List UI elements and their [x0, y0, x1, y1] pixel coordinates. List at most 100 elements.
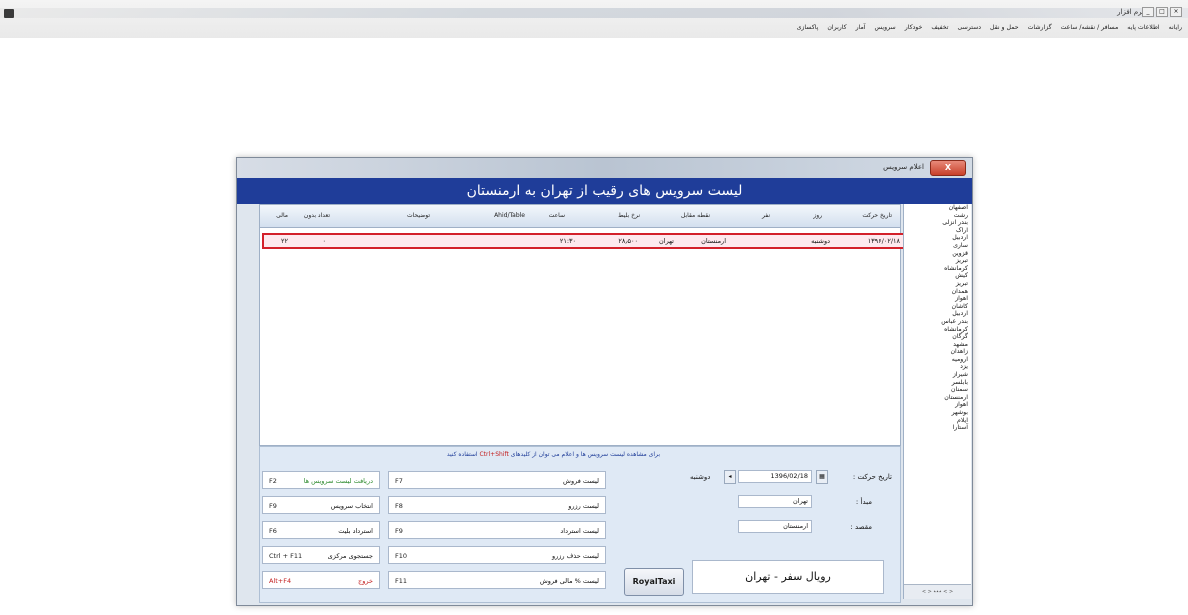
- dialog-title: اعلام سرویس: [883, 163, 924, 171]
- button-key: F2: [269, 477, 277, 485]
- list-item[interactable]: بابلسر: [904, 379, 971, 387]
- menu-item[interactable]: مسافر / نقشه/ ساعت: [1061, 24, 1119, 31]
- table-row-selected[interactable]: ۱۳۹۶/۰۲/۱۸ دوشنبه ارمنستان تهران ۲۸٫۵۰۰ …: [262, 233, 908, 249]
- column-header[interactable]: روز: [813, 212, 822, 219]
- maximize-icon[interactable]: □: [1156, 7, 1168, 17]
- list-item[interactable]: بندر عباس: [904, 318, 971, 326]
- menu-item[interactable]: سرویس: [875, 24, 896, 31]
- list-item[interactable]: اراک: [904, 227, 971, 235]
- list-item[interactable]: کاشان: [904, 303, 971, 311]
- menu-item[interactable]: دسترسی: [957, 24, 981, 31]
- table-cell: دوشنبه: [811, 237, 830, 245]
- button-key: F11: [395, 577, 408, 585]
- list-item[interactable]: مشهد: [904, 341, 971, 349]
- window-controls: _ □ ×: [1142, 7, 1182, 17]
- financial-sales-list-button[interactable]: لیست % مالی فروش F11: [388, 571, 606, 589]
- dialog-close-button[interactable]: X: [930, 160, 966, 176]
- prev-day-icon[interactable]: ◂: [724, 470, 736, 484]
- reservation-list-button[interactable]: لیست رزرو F8: [388, 496, 606, 514]
- list-item[interactable]: تبریز: [904, 280, 971, 288]
- minimize-icon[interactable]: _: [1142, 7, 1154, 17]
- column-header[interactable]: Ahid/Table: [494, 212, 525, 219]
- list-item[interactable]: اهواز: [904, 401, 971, 409]
- company-name: رویال سفر - تهران: [692, 560, 884, 594]
- column-header[interactable]: توضیحات: [407, 212, 430, 219]
- list-item[interactable]: قزوین: [904, 250, 971, 258]
- delete-reservation-list-button[interactable]: لیست حذف رزرو F10: [388, 546, 606, 564]
- close-icon[interactable]: ×: [1170, 7, 1182, 17]
- sales-list-button[interactable]: لیست فروش F7: [388, 471, 606, 489]
- origin-select[interactable]: تهران: [738, 495, 812, 508]
- central-search-button[interactable]: جستجوی مرکزی Ctrl + F11: [262, 546, 380, 564]
- button-key: Alt+F4: [269, 577, 292, 585]
- app-icon: [4, 9, 14, 18]
- control-panel: برای مشاهده لیست سرویس ها و اعلام می توا…: [259, 446, 901, 603]
- departure-date-field[interactable]: 1396/02/18: [738, 470, 812, 483]
- horizontal-scrollbar[interactable]: < > ٭٭٭ < >: [904, 584, 971, 599]
- button-label: انتخاب سرویس: [330, 502, 373, 510]
- menu-item[interactable]: تخفیف: [931, 24, 948, 31]
- list-item[interactable]: کرمانشاه: [904, 326, 971, 334]
- menu-item[interactable]: خودکار: [905, 24, 923, 31]
- menu-item[interactable]: حمل و نقل: [990, 24, 1019, 31]
- button-key: F7: [395, 477, 403, 485]
- list-item[interactable]: تبریز: [904, 257, 971, 265]
- button-label: لیست حذف رزرو: [552, 552, 599, 560]
- royal-taxi-button[interactable]: RoyalTaxi: [624, 568, 684, 596]
- exit-button[interactable]: خروج Alt+F4: [262, 571, 380, 589]
- shortcut-hint-tail: استفاده کنید: [446, 451, 478, 458]
- column-header[interactable]: تعداد بدون: [304, 212, 330, 219]
- cities-list: اصفهان رشت بندر انزلی اراک اردبیل ساری ق…: [903, 204, 971, 599]
- app-bar: نرم افزار _ □ × رایانه اطلاعات پایه مساف…: [0, 0, 1188, 38]
- select-service-button[interactable]: انتخاب سرویس F9: [262, 496, 380, 514]
- menu-item[interactable]: آمار: [856, 24, 866, 31]
- column-header[interactable]: نرخ بلیط: [618, 212, 640, 219]
- list-item[interactable]: رشت: [904, 212, 971, 220]
- button-key: F9: [269, 502, 277, 510]
- shortcut-hint-key: Ctrl+Shift: [479, 451, 509, 458]
- destination-select[interactable]: ارمنستان: [738, 520, 812, 533]
- button-label: لیست % مالی فروش: [539, 577, 599, 585]
- get-services-list-button[interactable]: دریافت لیست سرویس ها F2: [262, 471, 380, 489]
- column-header[interactable]: نفر: [762, 212, 770, 219]
- column-header[interactable]: مالی: [276, 212, 288, 219]
- button-label: دریافت لیست سرویس ها: [303, 477, 373, 485]
- column-header[interactable]: نقطه مقابل: [681, 212, 710, 219]
- list-item[interactable]: اهواز: [904, 295, 971, 303]
- refund-ticket-button[interactable]: استرداد بلیت F6: [262, 521, 380, 539]
- calendar-icon[interactable]: ▦: [816, 470, 828, 484]
- list-item[interactable]: اردبیل: [904, 310, 971, 318]
- destination-label: مقصد :: [850, 523, 872, 531]
- button-label: استرداد بلیت: [338, 527, 373, 535]
- menu-item[interactable]: رایانه: [1169, 24, 1182, 31]
- list-item[interactable]: زاهدان: [904, 348, 971, 356]
- list-item[interactable]: ارومیه: [904, 356, 971, 364]
- list-item[interactable]: یزد: [904, 363, 971, 371]
- list-item[interactable]: بندر انزلی: [904, 219, 971, 227]
- table-cell: ۰: [322, 237, 327, 245]
- list-item[interactable]: ساری: [904, 242, 971, 250]
- list-item[interactable]: بوشهر: [904, 409, 971, 417]
- list-item[interactable]: شیراز: [904, 371, 971, 379]
- list-item[interactable]: سمنان: [904, 386, 971, 394]
- list-item[interactable]: همدان: [904, 288, 971, 296]
- list-item[interactable]: اردبیل: [904, 234, 971, 242]
- menu-item[interactable]: پاکسازی: [797, 24, 819, 31]
- list-item[interactable]: اصفهان: [904, 204, 971, 212]
- window-titlebar: [0, 8, 1188, 18]
- column-header[interactable]: ساعت: [549, 212, 565, 219]
- shortcut-hint-text: برای مشاهده لیست سرویس ها و اعلام می توا…: [510, 451, 660, 458]
- list-item[interactable]: کرمانشاه: [904, 265, 971, 273]
- menu-item[interactable]: گزارشات: [1028, 24, 1052, 31]
- list-item[interactable]: کیش: [904, 272, 971, 280]
- list-item[interactable]: ارمنستان: [904, 394, 971, 402]
- button-label: خروج: [358, 577, 373, 585]
- button-key: F8: [395, 502, 403, 510]
- refund-list-button[interactable]: لیست استرداد F9: [388, 521, 606, 539]
- table-cell: ۲۸٫۵۰۰: [618, 237, 638, 245]
- list-item[interactable]: آستارا: [904, 424, 971, 432]
- list-item[interactable]: گرگان: [904, 333, 971, 341]
- menu-item[interactable]: کاربران: [827, 24, 846, 31]
- menu-item[interactable]: اطلاعات پایه: [1127, 24, 1159, 31]
- column-header[interactable]: تاریخ حرکت: [862, 212, 892, 219]
